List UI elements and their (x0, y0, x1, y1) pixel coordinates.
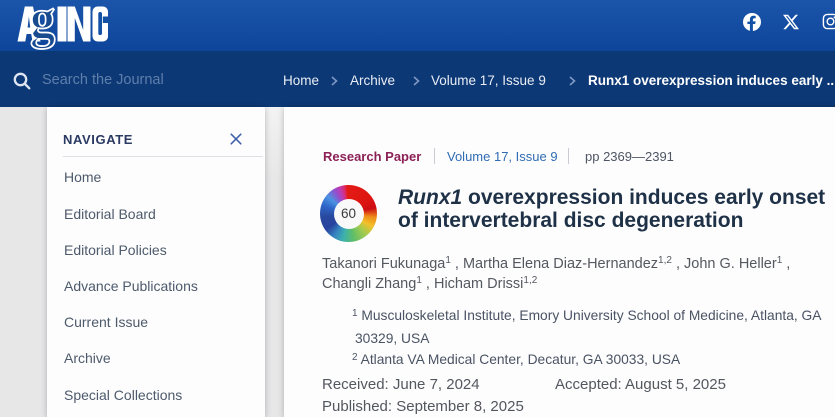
svg-text:g: g (30, 0, 55, 49)
